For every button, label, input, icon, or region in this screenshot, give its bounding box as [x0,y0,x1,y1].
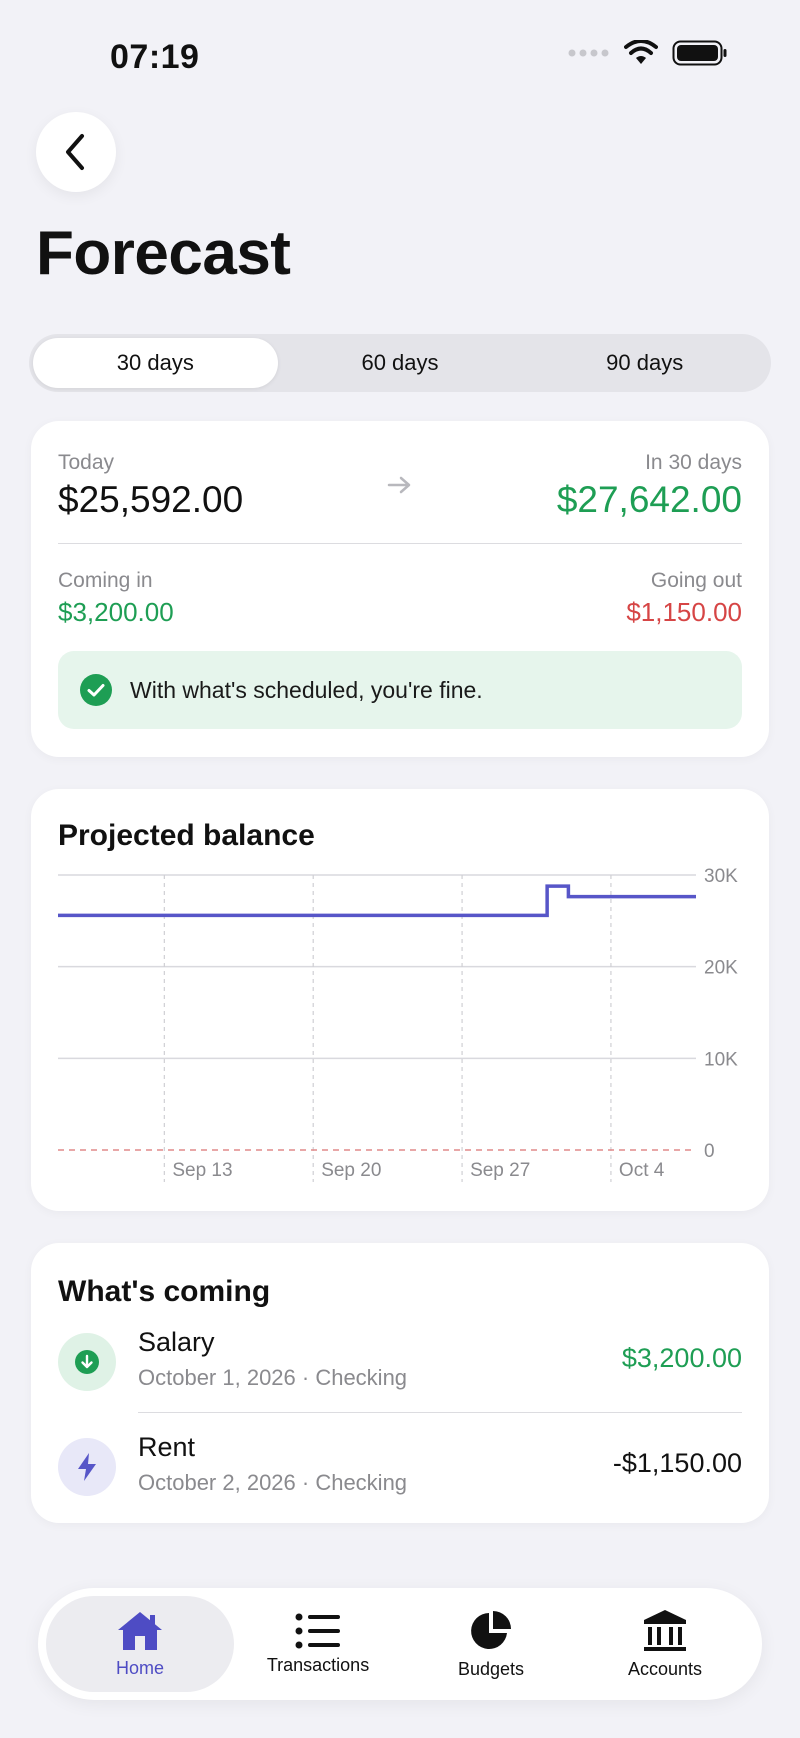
future-balance: $27,642.00 [556,479,742,520]
wifi-icon [624,40,658,64]
tab-label: Transactions [266,1654,370,1675]
battery-icon [672,40,727,66]
x-tick-label: Sep 27 [470,1160,530,1181]
projected-balance-chart: 30K 20K 10K 0 Sep 13 Sep 20 Sep 27 Oct 4 [58,866,738,1182]
x-tick-label: Oct 4 [619,1160,665,1181]
summary-divider [58,543,742,544]
chevron-left-icon [66,134,84,170]
arrow-down-circle-icon [58,1333,116,1391]
list-icon [295,1613,340,1648]
segment-30-days[interactable]: 30 days [33,338,278,388]
tab-label: Home [115,1657,164,1678]
y-tick-label: 30K [704,866,738,887]
going-out-value: $1,150.00 [626,597,742,627]
tab-home[interactable]: Home [46,1596,234,1692]
tab-transactions[interactable]: Transactions [234,1596,402,1692]
whats-coming-card: What's coming Salary October 1, 2026 · C… [31,1243,769,1523]
list-item[interactable]: Salary October 1, 2026 · Checking $3,200… [31,1327,769,1417]
x-tick-label: Sep 20 [321,1160,381,1181]
series-line [58,884,696,918]
status-message: With what's scheduled, you're fine. [58,651,742,729]
tab-budgets[interactable]: Budgets [402,1596,580,1692]
page-title: Forecast [36,219,291,288]
signal-icon [568,49,609,57]
item-subtitle: October 1, 2026 · Checking [138,1365,408,1390]
forecast-summary-card: Today $25,592.00 In 30 days $27,642.00 C… [31,421,769,757]
arrow-right-icon [387,476,411,494]
status-time: 07:19 [110,38,200,76]
list-item[interactable]: Rent October 2, 2026 · Checking -$1,150.… [31,1432,769,1522]
tab-label: Budgets [457,1658,525,1679]
segment-60-days[interactable]: 60 days [278,338,523,388]
tab-accounts[interactable]: Accounts [580,1596,750,1692]
house-icon [118,1611,162,1650]
check-circle-icon [80,674,112,706]
x-tick-label: Sep 13 [172,1160,232,1181]
y-tick-label: 0 [704,1141,715,1162]
status-message-text: With what's scheduled, you're fine. [130,676,483,703]
segment-90-days[interactable]: 90 days [522,338,767,388]
going-out-label: Going out [650,569,742,592]
today-balance: $25,592.00 [58,479,244,520]
projected-balance-card: Projected balance 30K 20K 10K 0 Sep 13 Sep 20… [31,789,769,1211]
bolt-icon [58,1438,116,1496]
item-name: Rent [138,1432,196,1462]
future-label: In 30 days [645,451,742,474]
item-subtitle: October 2, 2026 · Checking [138,1470,408,1495]
back-button[interactable] [36,112,116,192]
period-segmented-control: 30 days 60 days 90 days [29,334,771,392]
y-tick-label: 10K [704,1049,738,1070]
coming-in-label: Coming in [58,569,153,592]
item-amount: -$1,150.00 [612,1448,742,1478]
coming-in-value: $3,200.00 [58,597,174,627]
today-label: Today [58,451,115,474]
item-name: Salary [138,1327,215,1357]
status-icons [568,40,728,66]
item-amount: $3,200.00 [621,1343,742,1373]
whats-coming-title: What's coming [58,1275,271,1308]
tab-label: Accounts [627,1658,703,1679]
bank-icon [644,1609,686,1651]
y-tick-label: 20K [704,958,738,979]
pie-chart-icon [471,1610,511,1649]
tab-bar: Home Transactions Budgets Accounts [38,1588,762,1700]
list-divider [138,1412,742,1413]
